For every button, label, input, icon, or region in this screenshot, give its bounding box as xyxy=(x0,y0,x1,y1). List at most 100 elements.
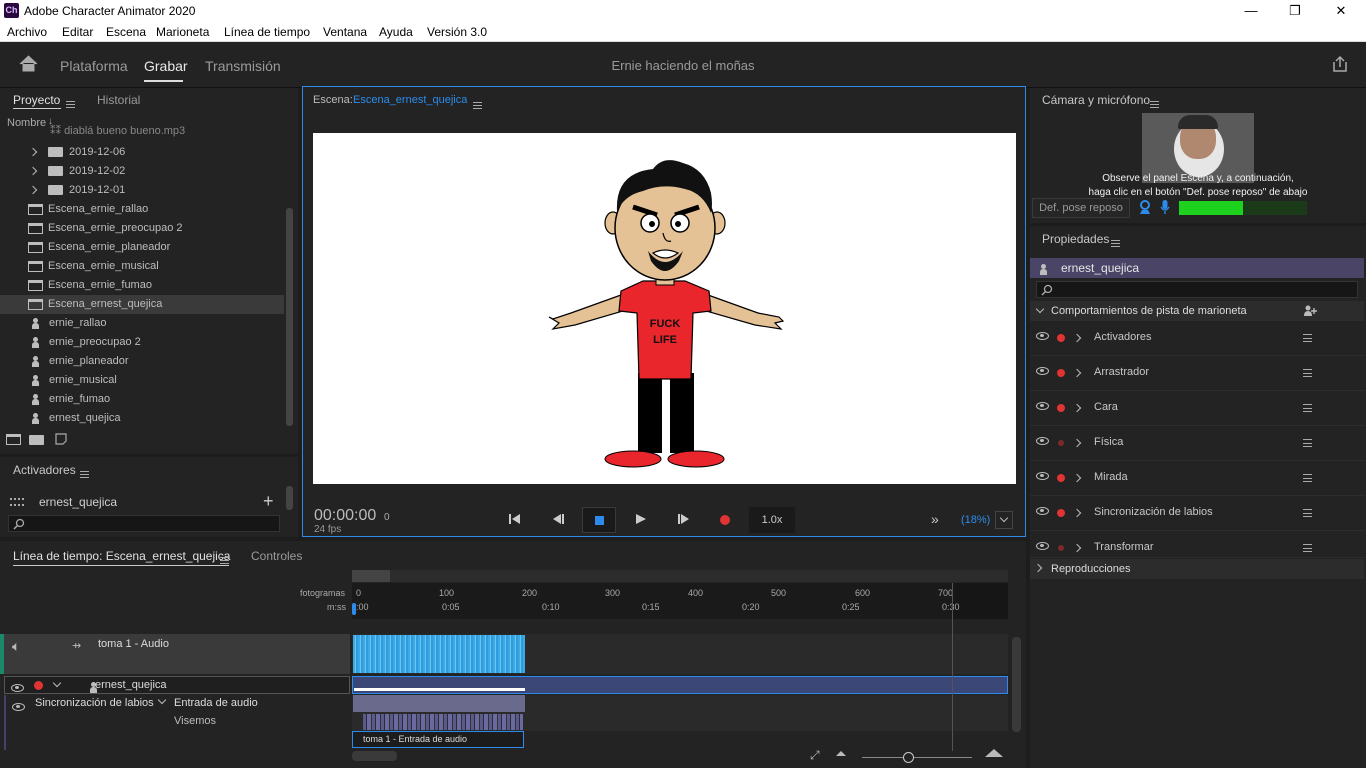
menu-marioneta[interactable]: Marioneta xyxy=(156,25,209,39)
lipsync-track-header[interactable]: Sincronización de labios Entrada de audi… xyxy=(4,695,350,750)
record-arm-icon[interactable] xyxy=(1057,334,1065,342)
step-forward-icon[interactable] xyxy=(677,513,691,525)
chevron-down-icon[interactable] xyxy=(52,678,62,688)
list-item[interactable]: Escena_ernie_preocupao 2 xyxy=(0,219,284,238)
share-icon[interactable] xyxy=(1331,55,1349,73)
puppet-track-header[interactable]: ernest_quejica xyxy=(4,676,350,694)
trigger-search-input[interactable] xyxy=(8,515,280,532)
zoom-slider-track[interactable] xyxy=(862,757,972,758)
panel-menu-icon[interactable] xyxy=(1111,240,1120,248)
chevron-right-icon[interactable] xyxy=(1072,438,1082,448)
behavior-menu-icon[interactable] xyxy=(1303,334,1312,342)
chevron-right-icon[interactable] xyxy=(1033,563,1043,573)
list-item[interactable]: 2019-12-02 xyxy=(0,162,284,181)
behavior-menu-icon[interactable] xyxy=(1303,509,1312,517)
list-item-selected[interactable]: Escena_ernest_quejica xyxy=(0,295,284,314)
playback-speed[interactable]: 1.0x xyxy=(749,507,795,533)
maximize-button[interactable]: ❐ xyxy=(1272,0,1318,22)
panel-menu-icon[interactable] xyxy=(80,471,89,479)
chevron-right-icon[interactable] xyxy=(28,147,38,157)
take-clip[interactable]: toma 1 - Entrada de audio xyxy=(352,731,524,748)
camera-icon[interactable] xyxy=(1138,200,1152,215)
behavior-row[interactable]: Arrastrador xyxy=(1030,356,1366,391)
chevron-down-icon[interactable] xyxy=(1035,304,1045,314)
zoom-out-icon[interactable] xyxy=(836,751,846,756)
character-puppet[interactable]: FUCK LIFE xyxy=(313,133,1016,484)
visibility-eye-icon[interactable] xyxy=(1036,472,1049,480)
record-arm-icon[interactable] xyxy=(1057,369,1065,377)
chevron-right-icon[interactable] xyxy=(28,185,38,195)
panel-menu-icon[interactable] xyxy=(220,557,229,565)
list-item[interactable]: 2019-12-06 xyxy=(0,143,284,162)
list-item[interactable]: ernie_rallao xyxy=(0,314,284,333)
menu-ventana[interactable]: Ventana xyxy=(323,25,367,39)
behavior-row[interactable]: Mirada xyxy=(1030,461,1366,496)
behavior-row[interactable]: Transformar xyxy=(1030,531,1366,558)
visibility-eye-icon[interactable] xyxy=(1036,437,1049,445)
visibility-eye-icon[interactable] xyxy=(1036,542,1049,550)
list-item[interactable]: 2019-12-01 xyxy=(0,181,284,200)
go-to-start-icon[interactable] xyxy=(508,513,522,525)
new-scene-icon[interactable] xyxy=(6,434,21,445)
visemes-clip[interactable] xyxy=(363,714,523,730)
selected-puppet-row[interactable]: ernest_quejica xyxy=(1030,258,1364,278)
close-button[interactable]: ✕ xyxy=(1318,0,1364,22)
chevron-right-icon[interactable] xyxy=(1072,403,1082,413)
list-item[interactable]: Escena_ernie_musical xyxy=(0,257,284,276)
menu-version[interactable]: Versión 3.0 xyxy=(427,25,487,39)
list-item[interactable]: Escena_ernie_rallao xyxy=(0,200,284,219)
panel-menu-icon[interactable] xyxy=(1150,101,1159,109)
audio-track-header[interactable]: 🔈︎ ⇸ toma 1 - Audio xyxy=(0,634,350,674)
replays-section-header[interactable]: Reproducciones xyxy=(1030,559,1364,579)
visibility-eye-icon[interactable] xyxy=(1036,402,1049,410)
new-folder-icon[interactable] xyxy=(29,435,44,445)
timeline-vscrollbar[interactable] xyxy=(1012,637,1021,732)
timeline-scroll-thumb[interactable] xyxy=(352,570,390,582)
chevron-right-icon[interactable] xyxy=(28,166,38,176)
menu-ayuda[interactable]: Ayuda xyxy=(379,25,413,39)
zoom-dropdown[interactable] xyxy=(995,511,1013,529)
list-item[interactable]: ernie_musical xyxy=(0,371,284,390)
list-item[interactable]: ernest_quejica xyxy=(0,409,284,425)
set-rest-pose-button[interactable]: Def. pose reposo xyxy=(1032,198,1130,218)
tab-proyecto[interactable]: Proyecto xyxy=(13,93,60,107)
fit-icon[interactable]: ⤢ xyxy=(810,748,820,763)
chevron-right-icon[interactable] xyxy=(1072,508,1082,518)
visibility-eye-icon[interactable] xyxy=(1036,367,1049,375)
stop-button[interactable] xyxy=(582,507,616,533)
list-item[interactable]: ernie_preocupao 2 xyxy=(0,333,284,352)
zoom-in-icon[interactable] xyxy=(985,749,1003,757)
list-item[interactable]: Escena_ernie_planeador xyxy=(0,238,284,257)
chevron-right-icon[interactable] xyxy=(1072,543,1082,553)
properties-search-input[interactable] xyxy=(1036,281,1358,298)
list-item[interactable]: ⁑⁑ diablá bueno bueno.mp3 xyxy=(0,125,284,141)
record-arm-icon[interactable] xyxy=(1057,474,1065,482)
behavior-menu-icon[interactable] xyxy=(1303,369,1312,377)
scene-canvas[interactable]: FUCK LIFE xyxy=(313,133,1016,484)
visibility-eye-icon[interactable] xyxy=(1036,507,1049,515)
menu-editar[interactable]: Editar xyxy=(62,25,93,39)
record-arm-icon[interactable] xyxy=(1058,545,1064,551)
project-scrollbar[interactable] xyxy=(286,208,293,426)
step-back-icon[interactable] xyxy=(551,513,565,525)
record-arm-icon[interactable] xyxy=(1058,440,1064,446)
menu-escena[interactable]: Escena xyxy=(106,25,146,39)
menu-archivo[interactable]: Archivo xyxy=(7,25,47,39)
chevron-right-icon[interactable] xyxy=(1072,473,1082,483)
minimize-button[interactable]: — xyxy=(1228,0,1274,22)
visibility-eye-icon[interactable] xyxy=(1036,332,1049,340)
menu-linea-de-tiempo[interactable]: Línea de tiempo xyxy=(224,25,310,39)
chevron-right-icon[interactable] xyxy=(1072,333,1082,343)
more-controls-icon[interactable]: » xyxy=(931,511,939,527)
record-arm-icon[interactable] xyxy=(1057,509,1065,517)
list-item[interactable]: ernie_fumao xyxy=(0,390,284,409)
triggers-scrollbar[interactable] xyxy=(286,486,293,510)
microphone-icon[interactable] xyxy=(1160,199,1170,215)
timeline-hscrollbar[interactable] xyxy=(352,751,397,761)
play-icon[interactable] xyxy=(635,513,647,525)
add-trigger-icon[interactable]: + xyxy=(263,491,274,512)
audio-clip[interactable] xyxy=(353,635,525,673)
visibility-eye-icon[interactable] xyxy=(11,684,24,692)
chevron-right-icon[interactable] xyxy=(1072,368,1082,378)
zoom-level[interactable]: (18%) xyxy=(961,514,990,526)
